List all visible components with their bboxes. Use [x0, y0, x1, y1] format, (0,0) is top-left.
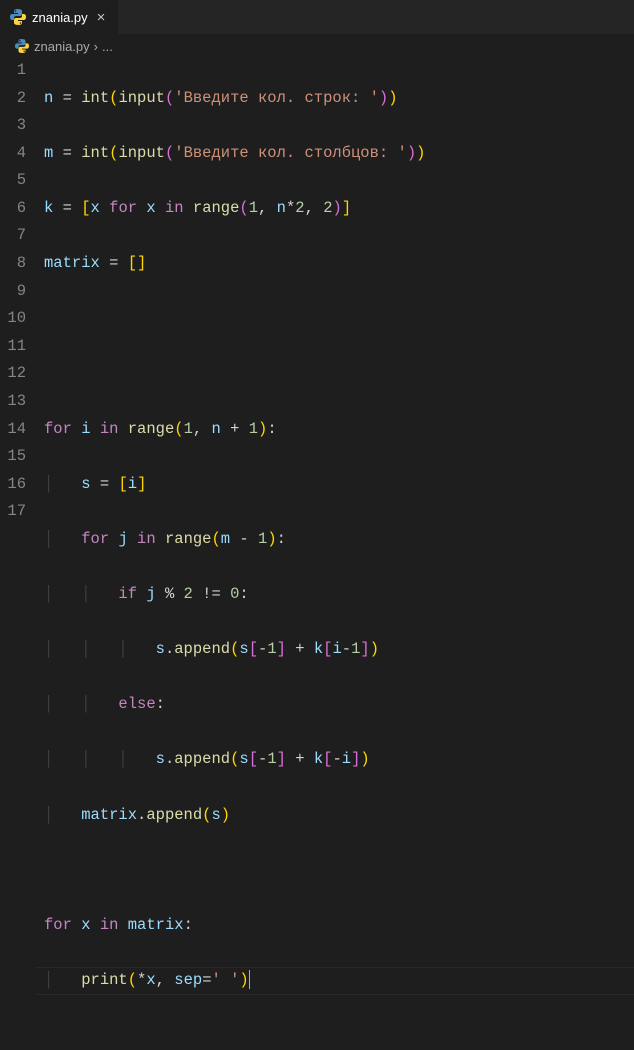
text-cursor — [249, 970, 250, 989]
code-line[interactable] — [44, 360, 634, 388]
line-number: 12 — [0, 360, 26, 388]
line-number: 7 — [0, 222, 26, 250]
line-number: 8 — [0, 250, 26, 278]
line-number: 15 — [0, 443, 26, 471]
code-line[interactable]: k = [x for x in range(1, n*2, 2)] — [44, 195, 634, 223]
code-line[interactable]: │ │ │ s.append(s[-1] + k[-i]) — [44, 746, 634, 774]
code-line[interactable]: for x in matrix: — [44, 912, 634, 940]
line-number: 6 — [0, 195, 26, 223]
line-number: 2 — [0, 85, 26, 113]
code-line[interactable] — [44, 857, 634, 885]
line-number: 17 — [0, 498, 26, 526]
breadcrumb[interactable]: znania.py › ... — [0, 35, 634, 57]
line-number: 1 — [0, 57, 26, 85]
line-number: 11 — [0, 333, 26, 361]
line-number: 10 — [0, 305, 26, 333]
line-number-gutter: 1 2 3 4 5 6 7 8 9 10 11 12 13 14 15 16 1… — [0, 57, 44, 1050]
code-line[interactable]: for i in range(1, n + 1): — [44, 416, 634, 444]
code-line[interactable]: │ matrix.append(s) — [44, 802, 634, 830]
line-number: 16 — [0, 471, 26, 499]
line-number: 5 — [0, 167, 26, 195]
breadcrumb-filename[interactable]: znania.py — [34, 39, 90, 54]
chevron-right-icon: › — [94, 39, 98, 54]
breadcrumb-ellipsis[interactable]: ... — [102, 39, 113, 54]
code-line[interactable]: matrix = [] — [44, 250, 634, 278]
line-number: 9 — [0, 278, 26, 306]
code-line[interactable]: m = int(input('Введите кол. столбцов: ')… — [44, 140, 634, 168]
code-line[interactable]: │ │ │ s.append(s[-1] + k[i-1]) — [44, 636, 634, 664]
code-line[interactable]: │ for j in range(m - 1): — [44, 526, 634, 554]
tab-filename: znania.py — [32, 10, 88, 25]
code-line[interactable] — [44, 305, 634, 333]
python-file-icon — [14, 38, 30, 54]
code-editor[interactable]: 1 2 3 4 5 6 7 8 9 10 11 12 13 14 15 16 1… — [0, 57, 634, 1050]
code-line[interactable]: n = int(input('Введите кол. строк: ')) — [44, 85, 634, 113]
code-line[interactable]: │ │ else: — [44, 691, 634, 719]
line-number: 3 — [0, 112, 26, 140]
code-line[interactable]: │ │ if j % 2 != 0: — [44, 581, 634, 609]
tab-bar: znania.py × — [0, 0, 634, 35]
code-line[interactable]: │ print(*x, sep=' ') — [44, 967, 634, 995]
code-area[interactable]: n = int(input('Введите кол. строк: ')) m… — [44, 57, 634, 1050]
close-icon[interactable]: × — [94, 9, 109, 26]
python-file-icon — [10, 9, 26, 25]
file-tab[interactable]: znania.py × — [0, 0, 119, 34]
code-line[interactable]: │ s = [i] — [44, 471, 634, 499]
line-number: 4 — [0, 140, 26, 168]
line-number: 14 — [0, 416, 26, 444]
line-number: 13 — [0, 388, 26, 416]
